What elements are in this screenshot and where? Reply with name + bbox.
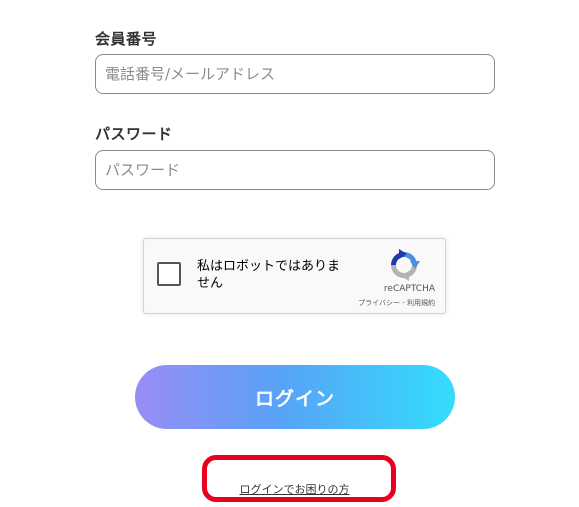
member-number-input[interactable] [95, 54, 495, 94]
password-label: パスワード [95, 125, 173, 143]
member-number-label: 会員番号 [95, 30, 158, 48]
recaptcha-link-separator: - [400, 299, 407, 307]
recaptcha-links: プライバシー - 利用規約 [358, 298, 435, 308]
recaptcha-privacy-link[interactable]: プライバシー [358, 299, 400, 307]
recaptcha-brand: reCAPTCHA [383, 284, 435, 294]
password-input[interactable] [95, 150, 495, 190]
login-help-link[interactable]: ログインでお困りの方 [5, 481, 579, 497]
recaptcha-widget: 私はロボットではありません reCAPTCHA プライバシー - 利用規約 [143, 238, 446, 314]
login-button[interactable]: ログイン [135, 365, 455, 429]
recaptcha-terms-link[interactable]: 利用規約 [407, 299, 435, 307]
recaptcha-checkbox[interactable] [157, 262, 181, 286]
recaptcha-logo-icon [391, 249, 420, 281]
recaptcha-checkbox-label: 私はロボットではありません [197, 259, 341, 291]
